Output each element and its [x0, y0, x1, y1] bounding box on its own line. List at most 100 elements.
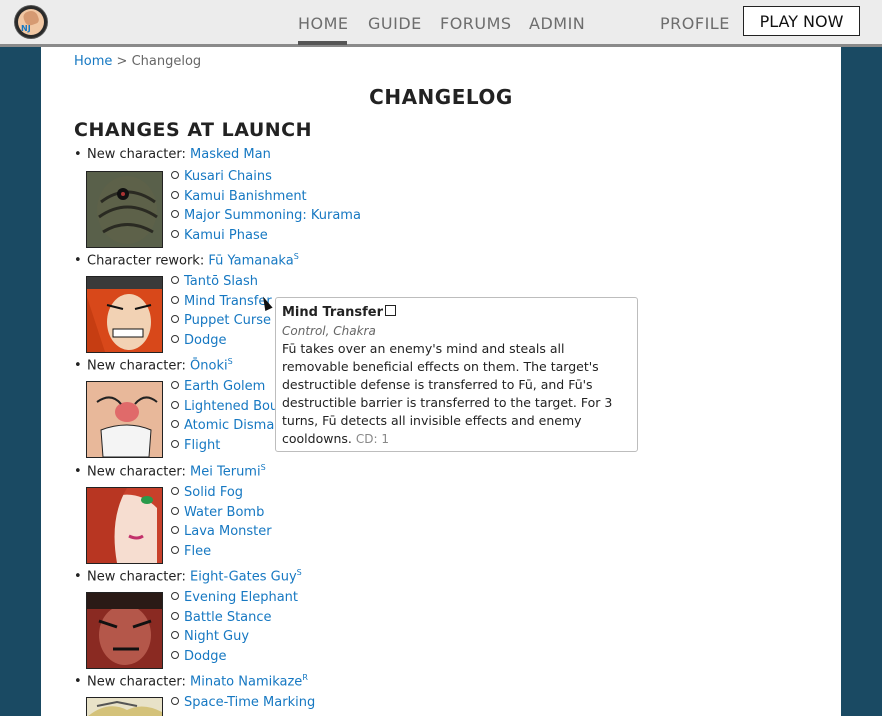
skill-link[interactable]: Tantō Slash: [184, 274, 258, 289]
skill-link[interactable]: Kusari Chains: [184, 169, 272, 184]
changelog-entry: • New character: ŌnokiS: [74, 357, 233, 373]
skill-list: Tantō Slash Mind Transfer Puppet Curse D…: [171, 272, 272, 350]
skill-link[interactable]: Flee: [184, 544, 211, 559]
skill-item: Kamui Banishment: [171, 187, 361, 207]
skill-link[interactable]: Major Summoning: Kurama: [184, 208, 361, 223]
entry-prefix: New character:: [87, 674, 191, 690]
breadcrumb-home-link[interactable]: Home: [74, 54, 112, 69]
circle-bullet: [171, 650, 179, 659]
tooltip-body: Fū takes over an enemy's mind and steals…: [282, 340, 631, 448]
skill-link[interactable]: Night Guy: [184, 629, 249, 644]
tooltip-header: Mind Transfer: [282, 303, 631, 322]
skill-link[interactable]: Dodge: [184, 333, 226, 348]
character-portrait[interactable]: [86, 592, 163, 669]
skill-link[interactable]: Evening Elephant: [184, 590, 298, 605]
skill-link[interactable]: Puppet Curse: [184, 313, 271, 328]
skill-list: Solid Fog Water Bomb Lava Monster Flee: [171, 483, 272, 561]
character-portrait[interactable]: [86, 171, 163, 248]
nav-admin[interactable]: ADMIN: [529, 14, 585, 33]
circle-bullet: [171, 171, 179, 179]
skill-link[interactable]: Mind Transfer: [184, 294, 272, 309]
circle-bullet: [171, 506, 179, 515]
circle-bullet: [171, 526, 179, 534]
skill-list: Evening Elephant Battle Stance Night Guy…: [171, 588, 298, 666]
bullet: •: [74, 674, 82, 690]
guy-portrait-graphic: [87, 593, 162, 668]
changelog-entry: • New character: Mei TerumiS: [74, 463, 266, 479]
character-link[interactable]: Minato Namikaze: [190, 674, 302, 689]
circle-bullet: [171, 276, 179, 284]
skill-item: Battle Stance: [171, 608, 298, 628]
skill-item: Dodge: [171, 647, 298, 667]
character-portrait[interactable]: [86, 487, 163, 564]
skill-item: Water Bomb: [171, 503, 272, 523]
page-title: CHANGELOG: [369, 85, 513, 109]
circle-bullet: [171, 190, 179, 199]
tooltip-description: Fū takes over an enemy's mind and steals…: [282, 341, 613, 446]
tooltip-title: Mind Transfer: [282, 305, 383, 320]
site-logo[interactable]: NJ: [15, 6, 47, 38]
rank-superscript: S: [260, 463, 266, 472]
character-portrait[interactable]: [86, 276, 163, 353]
skill-link[interactable]: Space-Time Marking: [184, 695, 315, 710]
nav-profile[interactable]: PROFILE: [660, 14, 730, 33]
bullet: •: [74, 253, 82, 269]
skill-item: Puppet Curse: [171, 311, 272, 331]
skill-item: Night Guy: [171, 627, 298, 647]
skill-link[interactable]: Flight: [184, 438, 220, 453]
skill-link[interactable]: Lightened Bou: [184, 399, 278, 414]
entry-prefix: Character rework:: [87, 253, 209, 269]
section-title: CHANGES AT LAUNCH: [74, 119, 313, 141]
skill-list: Kusari Chains Kamui Banishment Major Sum…: [171, 167, 361, 245]
skill-link[interactable]: Battle Stance: [184, 610, 272, 625]
circle-bullet: [171, 381, 179, 389]
onoki-portrait-graphic: [87, 382, 162, 457]
skill-link[interactable]: Kamui Banishment: [184, 189, 307, 204]
play-now-button[interactable]: PLAY NOW: [743, 6, 860, 36]
skill-link[interactable]: Earth Golem: [184, 379, 265, 394]
circle-bullet: [171, 592, 179, 600]
circle-bullet: [171, 210, 179, 218]
nav-forums[interactable]: FORUMS: [440, 14, 512, 33]
bullet: •: [74, 147, 82, 162]
skill-link[interactable]: Solid Fog: [184, 485, 243, 500]
breadcrumb: Home > Changelog: [74, 54, 201, 69]
skill-link[interactable]: Dodge: [184, 649, 226, 664]
top-navbar: NJ HOME GUIDE FORUMS ADMIN PROFILE PLAY …: [0, 0, 882, 47]
entry-prefix: New character:: [87, 358, 191, 374]
skill-item: Flee: [171, 542, 272, 562]
character-portrait[interactable]: [86, 381, 163, 458]
skill-link[interactable]: Water Bomb: [184, 505, 264, 520]
minato-portrait-graphic: [87, 698, 162, 716]
nav-active-indicator: [298, 41, 347, 45]
circle-bullet: [171, 487, 179, 495]
skill-link[interactable]: Atomic Disma: [184, 418, 274, 433]
tooltip-classes: Control, Chakra: [282, 324, 376, 338]
character-link[interactable]: Masked Man: [190, 147, 271, 162]
rank-superscript: R: [302, 673, 308, 682]
circle-bullet: [171, 611, 179, 620]
skill-list: Space-Time Marking: [171, 693, 315, 713]
nav-guide[interactable]: GUIDE: [368, 14, 422, 33]
bullet: •: [74, 464, 82, 480]
skill-link[interactable]: Kamui Phase: [184, 228, 268, 243]
skill-link[interactable]: Lava Monster: [184, 524, 272, 539]
character-link[interactable]: Mei Terumi: [190, 464, 261, 479]
circle-bullet: [171, 334, 179, 343]
character-link[interactable]: Eight-Gates Guy: [190, 569, 297, 584]
changelog-entry: • New character: Masked Man: [74, 147, 271, 162]
skill-item: Mind Transfer: [171, 292, 272, 312]
nav-home[interactable]: HOME: [298, 14, 349, 33]
circle-bullet: [171, 420, 179, 428]
skill-item: Kusari Chains: [171, 167, 361, 187]
circle-bullet: [171, 631, 179, 639]
character-link[interactable]: Ōnoki: [190, 358, 228, 373]
character-portrait[interactable]: [86, 697, 163, 716]
skill-item: Tantō Slash: [171, 272, 272, 292]
circle-bullet: [171, 545, 179, 554]
skill-item: Major Summoning: Kurama: [171, 206, 361, 226]
skill-item: Evening Elephant: [171, 588, 298, 608]
character-link[interactable]: Fū Yamanaka: [208, 253, 293, 268]
rank-superscript: S: [227, 357, 233, 366]
mei-portrait-graphic: [87, 488, 162, 563]
